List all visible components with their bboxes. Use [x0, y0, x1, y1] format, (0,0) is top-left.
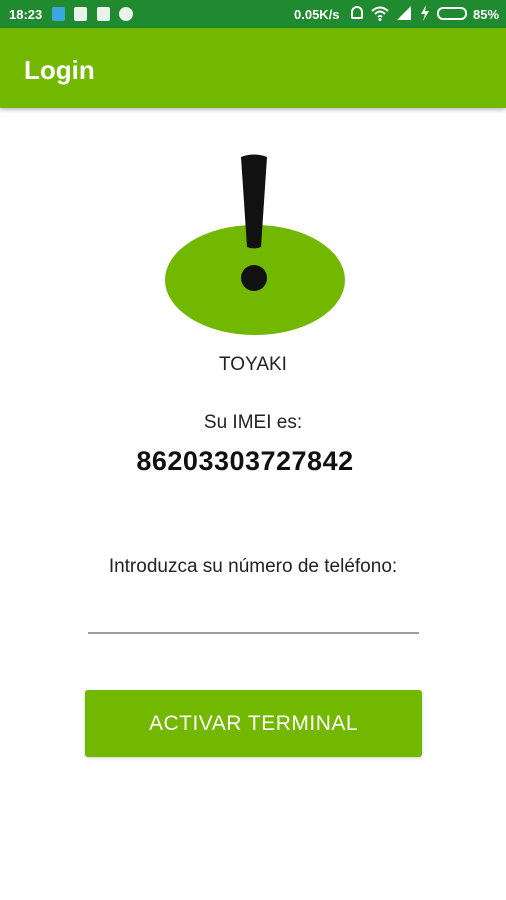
whatsapp-icon: [119, 7, 133, 21]
sim-notification-icon: [74, 7, 87, 21]
imei-value: 86203303727842: [136, 446, 354, 476]
location-notification-icon: [52, 7, 65, 21]
wifi-icon: [371, 6, 389, 21]
phone-number-input[interactable]: [88, 596, 419, 634]
exclamation-oval-logo: [165, 154, 345, 335]
status-bar: 18:23 0.05K/s 85%: [0, 0, 506, 28]
signal-icon: [397, 6, 411, 20]
status-time: 18:23: [9, 7, 43, 22]
phone-label: Introduzca su número de teléfono:: [108, 556, 398, 577]
battery-percent: 85%: [473, 7, 500, 22]
battery-icon: [437, 7, 467, 20]
page-title: Login: [24, 55, 95, 85]
app-notification-icon: [97, 7, 110, 21]
imei-label: Su IMEI es:: [203, 412, 303, 433]
bell-muted-icon: [351, 6, 363, 19]
charging-bolt-icon: [421, 5, 429, 21]
network-speed: 0.05K/s: [294, 7, 340, 22]
app-bar: Login: [0, 28, 506, 108]
activate-terminal-button[interactable]: ACTIVAR TERMINAL: [85, 690, 422, 757]
logo-exclamation-dot: [241, 265, 267, 291]
app-name: TOYAKI: [219, 354, 287, 375]
